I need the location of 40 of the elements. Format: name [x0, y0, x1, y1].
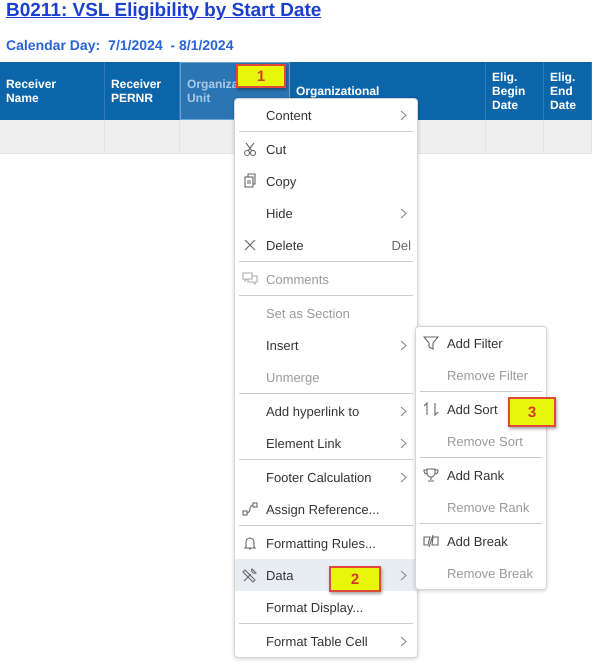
chevron-right-icon: [400, 208, 407, 219]
sort-icon: [423, 401, 439, 417]
menu-item[interactable]: Hide: [235, 197, 417, 229]
menu-item[interactable]: Add Rank: [416, 459, 546, 491]
bell-icon: [242, 535, 258, 551]
step-tooltip: 2: [329, 566, 381, 592]
step-tooltip: 3: [508, 397, 556, 427]
menu-item[interactable]: Delete Del: [235, 229, 417, 261]
menu-item[interactable]: Format Table Cell: [235, 625, 417, 657]
menu-item[interactable]: Insert: [235, 329, 417, 361]
menu-item[interactable]: Assign Reference...: [235, 493, 417, 525]
menu-item[interactable]: Format Display...: [235, 591, 417, 623]
menu-item[interactable]: Add Break: [416, 525, 546, 557]
chevron-right-icon: [400, 570, 407, 581]
link-icon: [242, 501, 258, 517]
menu-item[interactable]: Formatting Rules...: [235, 527, 417, 559]
step-tooltip: 1: [236, 64, 286, 88]
chevron-right-icon: [400, 636, 407, 647]
filter-icon: [423, 335, 439, 351]
menu-item[interactable]: Footer Calculation: [235, 461, 417, 493]
break-icon: [423, 533, 439, 549]
chevron-right-icon: [400, 438, 407, 449]
menu-item[interactable]: Copy: [235, 165, 417, 197]
report-title[interactable]: B0211: VSL Eligibility by Start Date: [6, 0, 322, 22]
chevron-right-icon: [400, 472, 407, 483]
speech-bubbles-icon: [242, 271, 258, 287]
scissors-icon: [242, 141, 258, 157]
menu-item[interactable]: Add Filter: [416, 327, 546, 359]
tools-icon: [242, 567, 258, 583]
close-icon: [242, 237, 258, 253]
date-range: 7/1/2024 - 8/1/2024: [108, 36, 234, 54]
menu-item[interactable]: Element Link: [235, 427, 417, 459]
chevron-right-icon: [400, 340, 407, 351]
menu-item[interactable]: Cut: [235, 133, 417, 165]
menu-item[interactable]: Add hyperlink to: [235, 395, 417, 427]
copy-icon: [242, 173, 258, 189]
chevron-right-icon: [400, 110, 407, 121]
calendar-day-label: Calendar Day:: [6, 36, 100, 54]
trophy-icon: [423, 467, 439, 483]
chevron-right-icon: [400, 406, 407, 417]
